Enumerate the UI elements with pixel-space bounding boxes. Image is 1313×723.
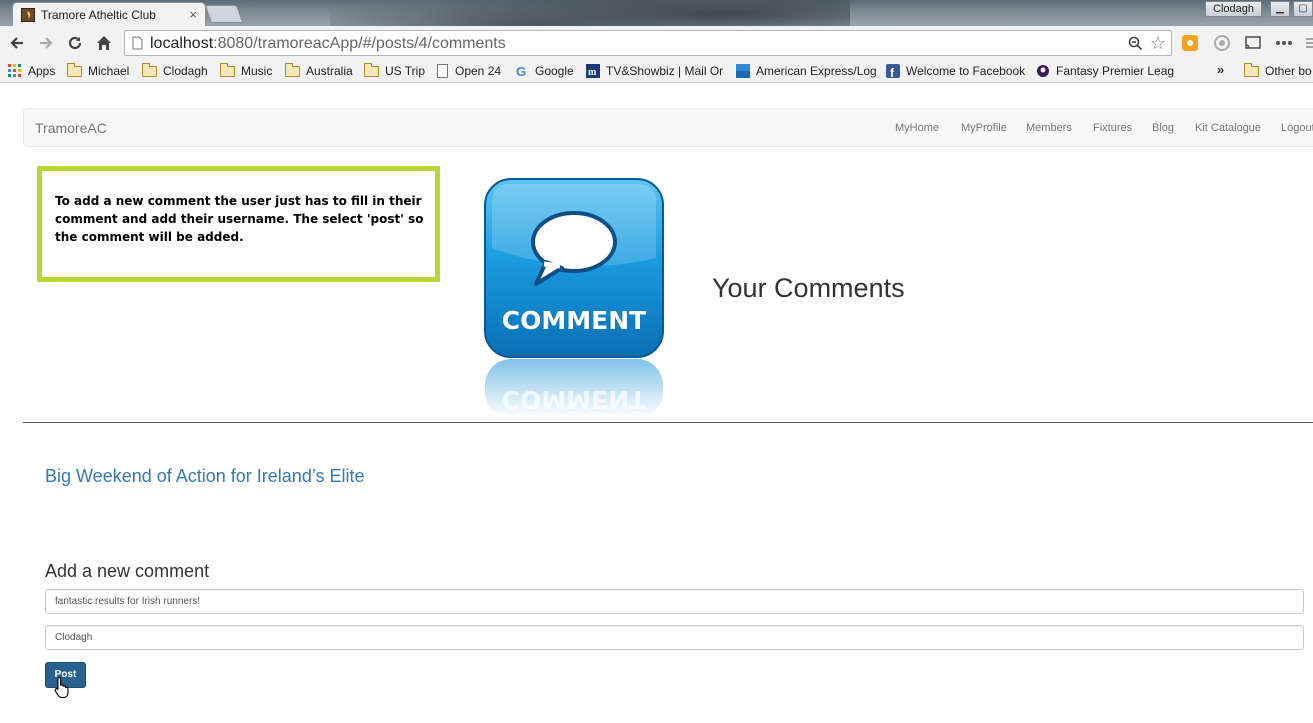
profile-button[interactable]: Clodagh [1205,1,1262,17]
add-comment-heading: Add a new comment [45,561,210,581]
logo-text: COMMENT [502,306,646,335]
username-input[interactable] [45,625,1304,650]
nav-myhome[interactable]: MyHome [895,122,939,134]
minimize-button[interactable]: ▁ [1270,1,1290,17]
nav-blog[interactable]: Blog [1152,122,1174,134]
nav-fixtures[interactable]: Fixtures [1093,122,1132,134]
comment-input[interactable] [45,589,1304,614]
bookmark-label: Australia [306,64,353,78]
navbar-brand[interactable]: TramoreAC [35,120,107,136]
callout-text: To add a new comment the user just has t… [55,194,424,244]
bookmark-australia[interactable]: Australia [284,62,353,80]
folder-icon [66,62,82,77]
divider [23,422,1313,423]
google-icon: G [516,64,526,78]
folder-icon [1243,62,1259,77]
nav-myprofile[interactable]: MyProfile [961,122,1007,134]
restore-button[interactable]: ▢ [1293,1,1313,17]
bookmark-google[interactable]: G Google [515,62,574,80]
extension-gray-icon[interactable] [1212,33,1232,53]
bookmark-label: US Trip [385,64,426,78]
tab-close-icon[interactable]: × [189,7,197,22]
facebook-icon: f [886,64,900,78]
home-icon[interactable] [93,32,115,54]
more-icon[interactable] [1274,33,1294,53]
post-title-link[interactable]: Big Weekend of Action for Ireland’s Elit… [45,466,365,487]
instruction-callout: To add a new comment the user just has t… [37,166,440,282]
bookmark-label: Welcome to Facebook [906,64,1026,78]
browser-tab[interactable]: Tramore Atheltic Club × [12,2,206,26]
bookmark-label: TV&Showbiz | Mail Or [606,64,724,78]
menu-icon[interactable] [1300,33,1313,53]
extension-orange-icon[interactable] [1180,33,1200,53]
favicon-icon [21,7,35,22]
cast-icon[interactable] [1243,33,1263,53]
svg-text:m: m [588,67,597,78]
bookmark-clodagh[interactable]: Clodagh [141,62,208,80]
folder-icon [284,62,300,77]
bookmark-label: Clodagh [163,64,208,78]
amex-icon [736,64,750,78]
bookmark-other[interactable]: Other bo [1243,62,1312,80]
bookmark-michael[interactable]: Michael [66,62,130,80]
back-icon[interactable] [6,32,28,54]
folder-icon [219,62,235,77]
window-titlebar: Tramore Atheltic Club × Clodagh ▁ ▢ [0,0,1313,26]
bookmark-label: Apps [28,64,56,78]
bookmark-label: Open 24 [455,64,502,78]
page-icon [437,64,448,78]
zoom-icon[interactable] [1128,36,1143,51]
bookmark-label: Google [535,64,574,78]
site-navbar: TramoreAC MyHome MyProfile Members Fixtu… [23,108,1313,147]
new-tab-button[interactable] [204,5,244,23]
bookmark-label: Other bo [1265,64,1312,78]
bookmark-us-trip[interactable]: US Trip [363,62,426,80]
bookmark-label: American Express/Log [756,64,877,78]
bookmark-label: Music [241,64,273,78]
dailymail-icon: m [586,64,600,78]
url-text: localhost:8080/tramoreacApp/#/posts/4/co… [150,35,506,53]
logo-text-reflection: COMMENT [502,385,646,414]
bookmark-mail-online[interactable]: m TV&Showbiz | Mail Or [586,62,723,80]
bookmark-label: Michael [88,64,130,78]
folder-icon [363,62,379,77]
bookmark-open-24[interactable]: Open 24 [437,62,501,80]
bookmark-fantasy-premier[interactable]: Fantasy Premier Leag [1036,62,1174,80]
page-title: Your Comments [712,273,905,303]
svg-text:G: G [516,64,526,78]
bookmarks-overflow-icon[interactable]: » [1217,62,1224,77]
bookmark-apps[interactable]: Apps [8,62,55,80]
nav-logout[interactable]: Logout [1281,122,1313,134]
folder-icon [141,62,157,77]
nav-members[interactable]: Members [1026,122,1072,134]
url-host: localhost [150,35,214,52]
nav-kit-catalogue[interactable]: Kit Catalogue [1195,122,1261,134]
reload-icon[interactable] [64,32,86,54]
premier-league-icon [1037,65,1049,77]
forward-icon[interactable] [35,32,57,54]
bookmark-label: Fantasy Premier Leag [1056,64,1175,78]
bookmark-facebook[interactable]: f Welcome to Facebook [886,62,1025,80]
bookmark-star-icon[interactable]: ☆ [1150,33,1166,54]
url-path: :8080/tramoreacApp/#/posts/4/comments [213,35,506,52]
hand-cursor-icon [54,676,69,698]
bookmark-amex[interactable]: American Express/Log [736,62,877,80]
page-icon [132,36,143,50]
address-bar[interactable]: localhost:8080/tramoreacApp/#/posts/4/co… [124,30,1172,56]
tab-title: Tramore Atheltic Club [41,7,156,22]
bookmark-music[interactable]: Music [219,62,273,80]
comment-logo-icon: COMMENT COMMENT [484,178,664,418]
apps-grid-icon [8,64,21,77]
titlebar-background [330,0,850,26]
